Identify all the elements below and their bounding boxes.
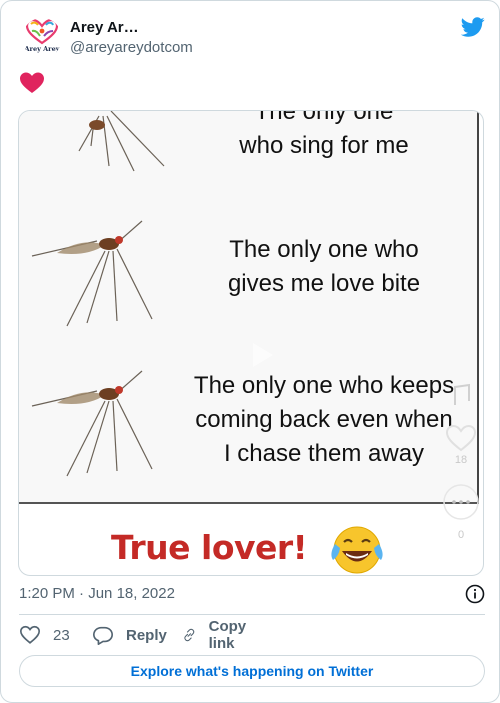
meme-panel: The only one who sing for me The only on… xyxy=(19,110,479,520)
punchline-text: True lover! xyxy=(111,528,308,567)
heart-logo-icon xyxy=(25,18,59,45)
timestamp-separator: · xyxy=(79,585,85,602)
author-display-name[interactable]: Arey Ar… xyxy=(70,18,193,38)
tweet-time[interactable]: 1:20 PM xyxy=(19,585,75,602)
overlay-like-count: 18 xyxy=(454,454,468,466)
caption-3: The only one who keeps coming back even … xyxy=(193,372,455,467)
laughing-crying-emoji-icon xyxy=(331,526,383,574)
avatar[interactable]: Arey Arey xyxy=(22,18,62,58)
author-names: Arey Ar… @areyareydotcom xyxy=(70,18,193,58)
info-icon[interactable] xyxy=(465,584,485,604)
overlay-share-count: 0 xyxy=(457,529,465,541)
reply-label: Reply xyxy=(126,626,167,644)
like-count: 23 xyxy=(53,626,70,644)
reply-bubble-icon xyxy=(93,626,113,645)
tweet-media[interactable]: The only one who sing for me The only on… xyxy=(18,110,484,576)
mosquito-icon xyxy=(78,111,165,172)
red-heart-emoji-icon xyxy=(20,72,44,93)
twitter-bird-icon[interactable] xyxy=(460,15,485,39)
like-button[interactable]: 23 xyxy=(19,623,70,647)
play-icon xyxy=(253,343,273,367)
reply-button[interactable]: Reply xyxy=(92,623,167,647)
tweet-text: ❤️ xyxy=(19,71,45,99)
avatar-brand-text: Arey Arey xyxy=(24,45,60,53)
copy-link-button[interactable]: Copy link xyxy=(182,618,254,652)
mosquito-icon xyxy=(31,220,153,327)
divider xyxy=(19,614,485,615)
link-icon xyxy=(184,628,195,642)
mosquito-icon xyxy=(31,370,153,477)
music-note-icon xyxy=(454,383,470,405)
heart-outline-icon xyxy=(445,424,477,452)
explore-twitter-button[interactable]: Explore what's happening on Twitter xyxy=(19,655,485,687)
tweet-header: Arey Arey Arey Ar… @areyareydotcom xyxy=(19,15,485,61)
caption-1: The only one who sing for me xyxy=(239,110,409,159)
copy-link-label: Copy link xyxy=(208,618,247,652)
heart-outline-icon xyxy=(20,625,40,644)
tweet-embed-card: Arey Arey Arey Ar… @areyareydotcom ❤️ xyxy=(0,0,500,703)
author-handle[interactable]: @areyareydotcom xyxy=(70,38,193,58)
punchline-label: True lover! xyxy=(111,528,308,567)
tweet-date[interactable]: Jun 18, 2022 xyxy=(88,585,175,602)
more-options-icon xyxy=(443,484,479,520)
tweet-timestamp[interactable]: 1:20 PM · Jun 18, 2022 xyxy=(19,584,485,604)
caption-2: The only one who gives me love bite xyxy=(227,236,421,297)
